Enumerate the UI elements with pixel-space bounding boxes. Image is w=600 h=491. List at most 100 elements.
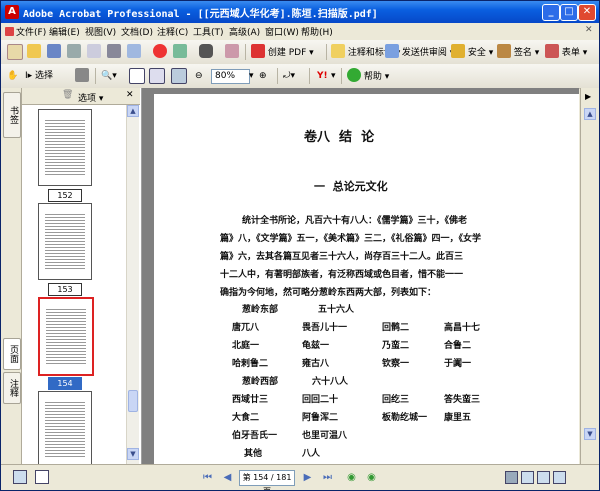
menu-tools[interactable]: 工具(T)	[193, 25, 224, 38]
go-forward-button[interactable]: ◉	[365, 471, 378, 484]
snapshot-icon[interactable]	[75, 68, 89, 84]
acrobat-app-icon[interactable]: A	[5, 5, 19, 19]
pdf-page: 卷八 结 论 一 总论元文化 统计全书所论，凡百六十有八人：《儒学篇》三十，《佛…	[154, 94, 579, 464]
menu-bar: 文件(F) 编辑(E) 视图(V) 文档(D) 注释(C) 工具(T) 高级(A…	[1, 23, 599, 41]
toolbar-separator	[95, 68, 96, 84]
stop-icon[interactable]	[153, 44, 167, 60]
menu-document[interactable]: 文档(D)	[121, 25, 153, 38]
zoom-out-icon[interactable]: ⊖	[195, 68, 203, 84]
new-icon[interactable]	[7, 44, 23, 60]
menu-close-doc-icon[interactable]: ✕	[585, 25, 593, 35]
close-button[interactable]: ✕	[578, 4, 596, 21]
scroll-up-arrow[interactable]: ▲	[127, 105, 139, 117]
trash-icon[interactable]: 🗑	[62, 90, 73, 100]
print-icon[interactable]	[67, 44, 81, 60]
previous-page-button[interactable]: ◀	[221, 471, 234, 484]
page-number-field[interactable]: 第 154 / 181 页	[239, 470, 295, 490]
scroll-thumb[interactable]	[128, 390, 138, 412]
lock-icon	[451, 44, 465, 58]
send-review-button[interactable]: 发送供审阅 ▾	[385, 44, 454, 60]
facing-icon[interactable]	[537, 471, 550, 484]
options-label: 选项	[78, 94, 97, 104]
menu-edit[interactable]: 编辑(E)	[49, 25, 80, 38]
refresh-icon[interactable]	[173, 44, 187, 60]
pages-panel: 🗑 选项 ▾ ✕ 152 153 154 ▲ ▼	[22, 88, 140, 464]
table-cell: 板勒纥城一	[382, 413, 428, 423]
table-cell: 回鹘二	[382, 323, 410, 333]
single-page-icon[interactable]	[505, 471, 518, 484]
menu-help[interactable]: 帮助(H)	[301, 25, 333, 38]
actual-size-icon[interactable]	[129, 68, 145, 84]
table-cell: 八人	[302, 449, 321, 459]
page-display-icon[interactable]	[13, 470, 27, 484]
text-cursor-icon: I▸	[25, 71, 33, 81]
zoom-in-icon[interactable]: ⊕	[259, 68, 267, 84]
zoom-field[interactable]: 80%	[211, 69, 250, 84]
minimize-button[interactable]: _	[542, 4, 560, 21]
help-button[interactable]: 帮助 ▾	[347, 68, 389, 84]
yahoo-icon[interactable]: Y!	[317, 68, 328, 84]
fit-width-icon[interactable]	[171, 68, 187, 84]
menu-view[interactable]: 视图(V)	[85, 25, 116, 38]
tab-pages[interactable]: 页面	[3, 338, 21, 370]
maximize-button[interactable]: □	[560, 4, 578, 21]
continuous-icon[interactable]	[521, 471, 534, 484]
zoom-tool-icon[interactable]: 🔍▾	[101, 68, 117, 84]
options-menu[interactable]: 选项 ▾	[78, 91, 103, 104]
ebook-icon[interactable]	[225, 44, 239, 60]
menu-comments[interactable]: 注释(C)	[157, 25, 188, 38]
thumbnail-list: 152 153 154	[22, 105, 126, 464]
menu-file[interactable]: 文件(F)	[5, 25, 46, 38]
last-page-button[interactable]: ⏭	[321, 471, 334, 484]
zoom-dropdown-icon[interactable]: ▾	[249, 68, 254, 84]
next-page-button[interactable]: ▶	[301, 471, 314, 484]
secure-button[interactable]: 安全 ▾	[451, 44, 493, 60]
yahoo-dropdown-icon[interactable]: ▾	[331, 68, 336, 84]
table-cell: 西域廿三	[232, 395, 269, 405]
table-cell: 合鲁二	[444, 341, 472, 351]
continuous-facing-icon[interactable]	[553, 471, 566, 484]
page-thumbnail-selected[interactable]	[38, 297, 94, 376]
first-page-button[interactable]: ⏮	[201, 471, 214, 484]
rotate-icon[interactable]: ⤾▾	[283, 68, 295, 84]
create-pdf-button[interactable]: 创建 PDF ▾	[251, 44, 314, 60]
scroll-up-arrow[interactable]: ▲	[584, 108, 596, 120]
fit-page-icon[interactable]	[149, 68, 165, 84]
close-panel-icon[interactable]: ✕	[126, 90, 134, 100]
open-folder-icon[interactable]	[27, 44, 41, 60]
page-thumbnail[interactable]	[38, 109, 92, 186]
status-bar: ⏮ ◀ 第 154 / 181 页 ▶ ⏭ ◉ ◉	[1, 464, 599, 490]
main-toolbar: 创建 PDF ▾ 注释和标记 ▾ 发送供审阅 ▾ 安全 ▾ 签名 ▾ 表单 ▾	[1, 40, 599, 65]
save-icon[interactable]	[47, 44, 61, 60]
toolbar-separator	[341, 68, 342, 84]
scroll-down-arrow[interactable]: ▼	[584, 428, 596, 440]
find-binoculars-icon[interactable]	[199, 44, 213, 60]
help-label: 帮助	[363, 72, 382, 82]
comment-icon	[331, 44, 345, 58]
toolbar-separator	[309, 68, 310, 84]
document-icon[interactable]	[35, 470, 49, 484]
tab-comments[interactable]: 注释	[3, 372, 21, 404]
forms-button[interactable]: 表单 ▾	[545, 44, 587, 60]
table-cell: 钦察一	[382, 359, 410, 369]
go-back-button[interactable]: ◉	[345, 471, 358, 484]
page-thumbnail[interactable]	[38, 203, 92, 280]
attach-icon[interactable]	[107, 44, 121, 60]
scroll-down-arrow[interactable]: ▼	[127, 448, 139, 460]
hand-tool-icon[interactable]: ✋	[7, 68, 18, 84]
select-tool-label: 选择	[35, 71, 54, 81]
group-table: 葱岭东部 五十六人 唐兀八 畏吾儿十一 回鹘二 高昌十七 北庭一 龟兹一 乃蛮二…	[154, 94, 579, 464]
thumbnail-scrollbar[interactable]: ▲ ▼	[126, 105, 139, 464]
toolbar-separator	[326, 44, 327, 60]
select-tool-button[interactable]: I▸ 选择	[25, 68, 53, 84]
view-toolbar: ✋ I▸ 选择 🔍▾ ⊖ 80% ▾ ⊕ ⤾▾ Y! ▾ 帮助 ▾	[1, 64, 599, 89]
acrobat-window: A Adobe Acrobat Professional - [[元西域人华化考…	[0, 0, 600, 491]
menu-advanced[interactable]: 高级(A)	[229, 25, 260, 38]
email-icon[interactable]	[87, 44, 101, 60]
sign-button[interactable]: 签名 ▾	[497, 44, 539, 60]
expand-arrow-icon[interactable]: ▶	[585, 92, 591, 101]
menu-window[interactable]: 窗口(W)	[265, 25, 299, 38]
organizer-icon[interactable]	[127, 44, 141, 60]
page-thumbnail[interactable]	[38, 391, 92, 464]
tab-bookmarks[interactable]: 书签	[3, 92, 21, 138]
